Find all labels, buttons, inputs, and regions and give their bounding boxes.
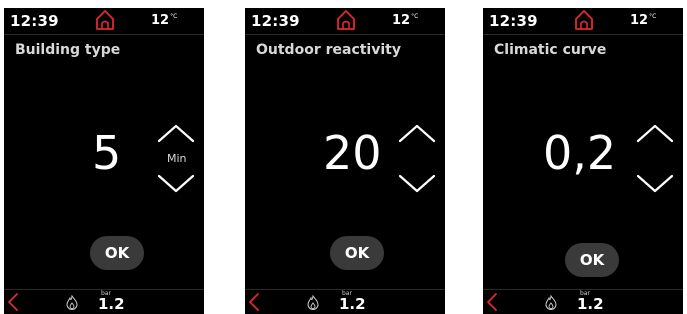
divider — [483, 34, 683, 35]
outdoor-temperature: 12°C — [392, 13, 418, 28]
setting-unit: Min — [167, 152, 187, 165]
flame-icon — [545, 295, 557, 310]
ok-button[interactable]: OK — [565, 243, 619, 277]
bottom-bar: bar 1.2 — [245, 290, 445, 314]
bottom-bar: bar 1.2 — [4, 290, 204, 314]
thermostat-screen-climatic-curve: 12:39 12°C Climatic curve 0,2 OK bar 1.2 — [483, 8, 683, 314]
clock-time: 12:39 — [10, 12, 59, 30]
pressure-value: 1.2 — [339, 295, 366, 313]
back-arrow-icon[interactable] — [7, 292, 19, 312]
temperature-value: 12 — [392, 13, 411, 28]
bottom-bar: bar 1.2 — [483, 290, 683, 314]
divider — [4, 34, 204, 35]
home-icon[interactable] — [574, 9, 594, 31]
chevron-down-icon[interactable] — [156, 173, 196, 195]
thermostat-screens-strip: 12:39 12°C Building type 5 Min OK bar 1.… — [0, 0, 687, 314]
setting-title: Outdoor reactivity — [256, 42, 401, 58]
outdoor-temperature: 12°C — [630, 13, 656, 28]
ok-button[interactable]: OK — [330, 236, 384, 270]
flame-icon — [66, 295, 78, 310]
temperature-unit: °C — [411, 13, 419, 20]
setting-title: Climatic curve — [494, 42, 607, 58]
chevron-up-icon[interactable] — [635, 122, 675, 144]
back-arrow-icon[interactable] — [248, 292, 260, 312]
temperature-unit: °C — [649, 13, 657, 20]
setting-value: 5 — [92, 126, 122, 180]
chevron-up-icon[interactable] — [156, 122, 196, 144]
setting-title: Building type — [15, 42, 121, 58]
status-bar: 12:39 12°C — [4, 8, 204, 34]
clock-time: 12:39 — [251, 12, 300, 30]
home-icon[interactable] — [95, 9, 115, 31]
flame-icon — [307, 295, 319, 310]
clock-time: 12:39 — [489, 12, 538, 30]
chevron-down-icon[interactable] — [397, 173, 437, 195]
chevron-down-icon[interactable] — [635, 173, 675, 195]
setting-value: 0,2 — [543, 126, 617, 180]
outdoor-temperature: 12°C — [151, 13, 177, 28]
ok-button[interactable]: OK — [90, 236, 144, 270]
divider — [245, 34, 445, 35]
temperature-value: 12 — [630, 13, 649, 28]
thermostat-screen-outdoor-reactivity: 12:39 12°C Outdoor reactivity 20 OK bar … — [245, 8, 445, 314]
temperature-unit: °C — [170, 13, 178, 20]
home-icon[interactable] — [336, 9, 356, 31]
setting-value: 20 — [323, 126, 382, 180]
temperature-value: 12 — [151, 13, 170, 28]
status-bar: 12:39 12°C — [483, 8, 683, 34]
thermostat-screen-building-type: 12:39 12°C Building type 5 Min OK bar 1.… — [4, 8, 204, 314]
chevron-up-icon[interactable] — [397, 122, 437, 144]
pressure-value: 1.2 — [98, 295, 125, 313]
pressure-value: 1.2 — [577, 295, 604, 313]
status-bar: 12:39 12°C — [245, 8, 445, 34]
back-arrow-icon[interactable] — [486, 292, 498, 312]
